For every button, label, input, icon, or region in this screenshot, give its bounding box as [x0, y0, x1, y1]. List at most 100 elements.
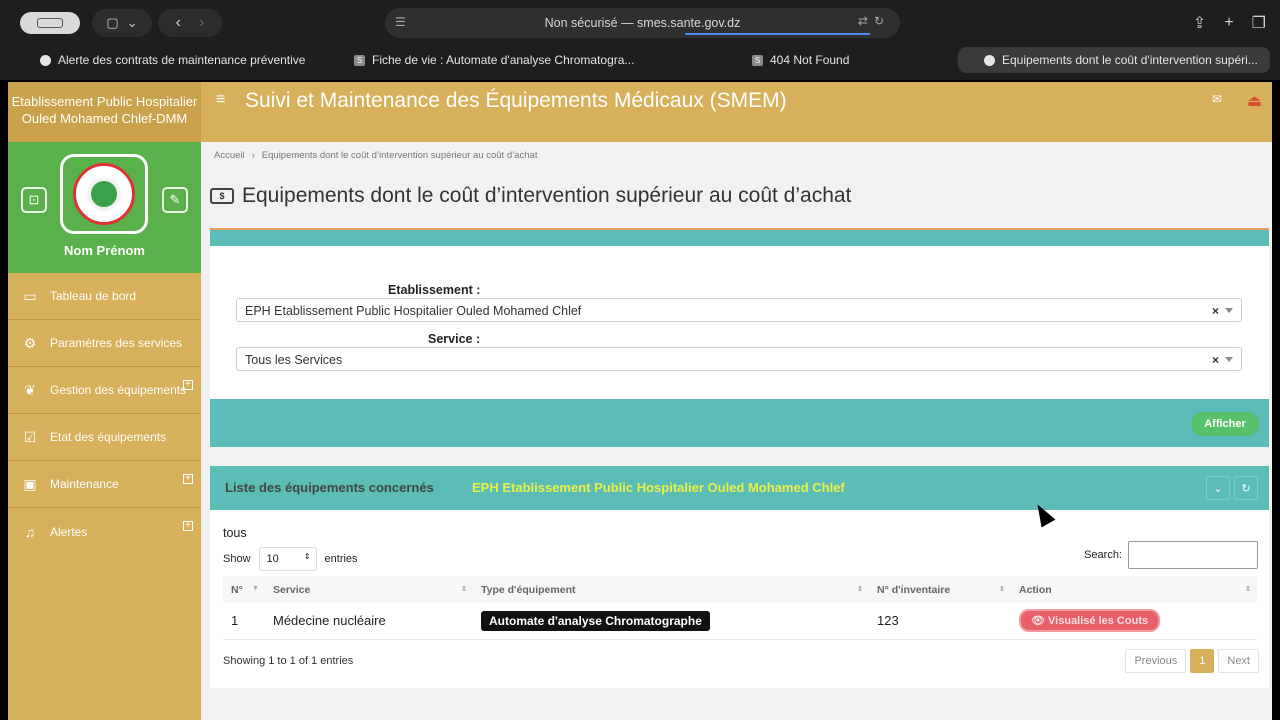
lock-icon: ⊡: [28, 192, 40, 207]
view-costs-button[interactable]: 👁 Visualisé les Couts: [1019, 609, 1161, 633]
sidebar-item-label: Tableau de bord: [50, 289, 137, 303]
service-value: Tous les Services: [245, 353, 343, 367]
col-header[interactable]: Type d'équipement ⇕: [473, 576, 869, 603]
cell-action: 👁 Visualisé les Couts: [1011, 603, 1257, 640]
tabs-icon: ▢: [106, 15, 119, 30]
col-header[interactable]: Action ⇕: [1011, 576, 1257, 603]
brand-title: Etablissement Public Hospitalier Ouled M…: [8, 82, 201, 142]
col-header[interactable]: Service ⇕: [265, 576, 473, 603]
sidebar-item-label: Gestion des équipements: [50, 383, 187, 397]
edit-profile-button[interactable]: ✎: [162, 187, 188, 213]
browser-tab[interactable]: S 404 Not Found: [752, 49, 932, 71]
sidebar-item-parametres[interactable]: ⚙ Paramètres des services: [8, 320, 201, 367]
sidebar-item-maintenance[interactable]: ▣ Maintenance +: [8, 461, 201, 508]
breadcrumb-home[interactable]: Accueil: [214, 150, 245, 161]
load-progress: [685, 33, 870, 35]
search-input[interactable]: [1128, 541, 1258, 569]
type-badge: Automate d'analyse Chromatographe: [481, 610, 710, 631]
browser-tab[interactable]: S Fiche de vie : Automate d'analyse Chrom…: [354, 49, 644, 71]
results-panel: Liste des équipements concernés EPH Etab…: [210, 466, 1269, 688]
lock-button[interactable]: ⊡: [21, 187, 47, 213]
page-1-button[interactable]: 1: [1190, 649, 1215, 673]
clear-icon[interactable]: ×: [1212, 353, 1219, 367]
search-control: Search:: [1084, 541, 1258, 569]
logo-seal: [73, 163, 135, 225]
cell-inventaire: 123: [869, 603, 1011, 640]
briefcase-icon: ▣: [23, 475, 37, 492]
etab-select[interactable]: EPH Etablissement Public Hospitalier Oul…: [236, 298, 1242, 322]
globe-icon: [984, 54, 995, 66]
tabs-grid-icon[interactable]: ❐: [1252, 13, 1266, 33]
logout-icon[interactable]: ⏏: [1247, 91, 1262, 111]
sidebar-item-gestion[interactable]: ❦ Gestion des équipements +: [8, 367, 201, 414]
cell-service: Médecine nucléaire: [265, 603, 473, 640]
tab-overview-button[interactable]: ▢ ⌄: [92, 9, 152, 37]
user-name: Nom Prénom: [64, 243, 145, 258]
check-icon: ☑: [23, 428, 37, 445]
collapse-button[interactable]: ⌄: [1206, 476, 1230, 500]
mail-icon[interactable]: ✉: [1212, 92, 1222, 106]
pencil-icon: ✎: [169, 192, 181, 207]
share-icon[interactable]: ⇪: [1193, 13, 1206, 33]
expand-icon: +: [183, 474, 193, 484]
tab-label: 404 Not Found: [770, 53, 850, 67]
monitor-icon: ▭: [23, 287, 37, 304]
cell-number: 1: [223, 603, 265, 640]
expand-icon: +: [183, 521, 193, 531]
sidebar-item-tableau-de-bord[interactable]: ▭ Tableau de bord: [8, 273, 201, 320]
site-icon: S: [354, 54, 365, 66]
view-costs-label: Visualisé les Couts: [1048, 615, 1149, 628]
sidebar-toggle-button[interactable]: [20, 12, 80, 34]
translate-reload-icon[interactable]: ⇄↻: [858, 14, 890, 28]
globe-icon: [40, 54, 51, 66]
user-panel: ⊡ ✎ Nom Prénom: [8, 142, 201, 273]
sidebar-item-alertes[interactable]: ♫ Alertes +: [8, 508, 201, 555]
previous-button[interactable]: Previous: [1125, 649, 1187, 673]
page-title: $ Equipements dont le coût d’intervention…: [210, 184, 851, 208]
navigation-group: ‹ ›: [158, 9, 222, 37]
refresh-button[interactable]: ↻: [1234, 476, 1258, 500]
avatar: [60, 154, 148, 234]
service-select[interactable]: Tous les Services ×: [236, 347, 1242, 371]
breadcrumb-current: Equipements dont le coût d’intervention …: [261, 150, 538, 161]
address-text: Non sécurisé — smes.sante.gov.dz: [544, 16, 741, 30]
col-header[interactable]: N° ▼: [223, 576, 265, 603]
breadcrumb: Accueil › Equipements dont le coût d’inter…: [214, 150, 538, 161]
results-table: N° ▼ Service ⇕ Type d'équipement ⇕ N° d'inv…: [223, 576, 1257, 640]
table-row: 1 Médecine nucléaire Automate d'analyse …: [223, 603, 1257, 640]
address-bar[interactable]: ☰ Non sécurisé — smes.sante.gov.dz ⇄↻: [385, 8, 900, 38]
browser-tab[interactable]: Alerte des contrats de maintenance préve…: [40, 49, 340, 71]
table-header-row: N° ▼ Service ⇕ Type d'équipement ⇕ N° d'inv…: [223, 576, 1257, 603]
clear-icon[interactable]: ×: [1212, 304, 1219, 318]
back-button[interactable]: ‹: [176, 14, 181, 32]
refresh-icon: ↻: [1241, 482, 1251, 495]
etab-value: EPH Etablissement Public Hospitalier Oul…: [245, 304, 582, 318]
page-menu-icon: ☰: [395, 15, 406, 29]
entries-value: 10: [266, 553, 279, 565]
forward-button[interactable]: ›: [199, 14, 204, 32]
entries-select[interactable]: 10 ⇕: [258, 547, 317, 571]
sidebar-icon: [37, 18, 63, 28]
table-info: Showing 1 to 1 of 1 entries: [223, 655, 354, 667]
chevron-down-icon: ⌄: [126, 15, 138, 30]
chevron-down-icon: ⌄: [1213, 482, 1223, 495]
dropdown-arrow-icon: [1225, 357, 1233, 366]
tab-label: Fiche de vie : Automate d'analyse Chroma…: [372, 53, 635, 67]
sidebar-menu: ▭ Tableau de bord ⚙ Paramètres des service…: [8, 273, 201, 555]
browser-tab-active[interactable]: Equipements dont le coût d'intervention …: [958, 47, 1270, 73]
window-actions: ⇪ + ❐: [1193, 9, 1266, 37]
next-button[interactable]: Next: [1218, 649, 1259, 673]
money-icon: $: [210, 188, 234, 204]
entries-label: entries: [324, 553, 358, 565]
col-header[interactable]: N° d'inventaire ⇕: [869, 576, 1011, 603]
dropdown-arrow-icon: [1225, 308, 1233, 317]
sidebar-item-label: Maintenance: [50, 477, 119, 491]
length-control: Show 10 ⇕ entries: [223, 547, 358, 571]
new-tab-icon[interactable]: +: [1224, 14, 1233, 32]
hamburger-icon[interactable]: ≡: [216, 91, 225, 109]
tab-label: Equipements dont le coût d'intervention …: [1002, 53, 1258, 67]
afficher-button[interactable]: Afficher: [1191, 412, 1259, 436]
service-label: Service :: [428, 332, 481, 346]
sidebar-item-etat[interactable]: ☑ Etat des équipements: [8, 414, 201, 461]
app-title: Suivi et Maintenance des Équipements Méd…: [245, 89, 787, 112]
